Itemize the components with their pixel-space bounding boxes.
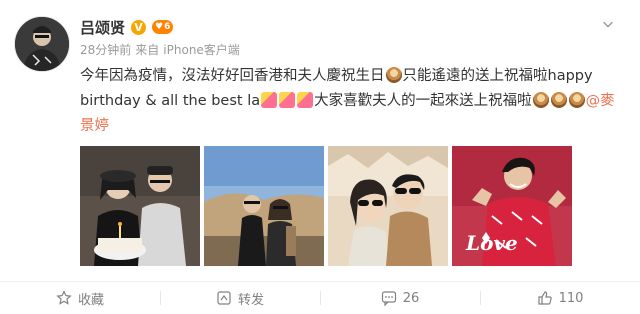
repost-icon (217, 291, 231, 305)
photo-grid: Love (80, 146, 572, 266)
comment-icon (381, 291, 396, 306)
username[interactable]: 吕颂贤 (80, 17, 125, 38)
vip-level: 6 (164, 22, 171, 32)
vip-badge[interactable]: ♥ 6 (152, 20, 174, 34)
cake-emoji-icon (550, 92, 567, 108)
like-button[interactable]: 110 (480, 282, 640, 314)
photo-thumbnail[interactable] (204, 146, 324, 266)
action-bar: 收藏 转发 26 110 (0, 282, 640, 314)
photo-overlay-text: Love (465, 231, 518, 255)
heart-icon: ♥ (155, 22, 164, 32)
post-time[interactable]: 28分钟前 (80, 43, 131, 57)
post-header: 吕颂贤 V ♥ 6 28分钟前 来自 iPhone客户端 (80, 16, 616, 58)
cake-emoji-icon (532, 92, 549, 108)
cake-emoji-icon (385, 67, 402, 83)
repost-button[interactable]: 转发 (160, 282, 320, 314)
text-part-1: 今年因為疫情，沒法好好回香港和夫人慶祝生日 (80, 68, 385, 84)
source-prefix: 来自 (135, 43, 160, 57)
gift-emoji-icon (261, 92, 278, 108)
star-icon (56, 290, 72, 305)
avatar[interactable] (14, 16, 70, 72)
comment-button[interactable]: 26 (320, 282, 480, 314)
gift-emoji-icon (279, 92, 296, 108)
repost-label: 转发 (237, 292, 264, 308)
gift-emoji-icon (297, 92, 314, 108)
comment-count: 26 (402, 290, 420, 306)
post-source[interactable]: iPhone客户端 (163, 43, 240, 57)
favorite-button[interactable]: 收藏 (0, 282, 160, 314)
post-meta: 28分钟前 来自 iPhone客户端 (80, 41, 616, 58)
like-count: 110 (558, 290, 584, 306)
photo-thumbnail[interactable] (80, 146, 200, 266)
name-row: 吕颂贤 V ♥ 6 (80, 16, 616, 38)
cake-emoji-icon (568, 92, 585, 108)
photo-thumbnail[interactable]: Love (452, 146, 572, 266)
post-text: 今年因為疫情，沒法好好回香港和夫人慶祝生日 只能遙遠的送上祝福啦happy bir… (80, 64, 620, 139)
thumbs-up-icon (537, 291, 552, 305)
photo-thumbnail[interactable] (328, 146, 448, 266)
verified-badge[interactable]: V (131, 19, 147, 35)
chevron-down-icon[interactable] (600, 16, 616, 32)
favorite-label: 收藏 (77, 292, 104, 308)
weibo-post-card: 吕颂贤 V ♥ 6 28分钟前 来自 iPhone客户端 今年因為疫情，沒法好好回香… (0, 0, 640, 314)
text-part-3: 大家喜歡夫人的一起來送上祝福啦 (314, 93, 532, 109)
